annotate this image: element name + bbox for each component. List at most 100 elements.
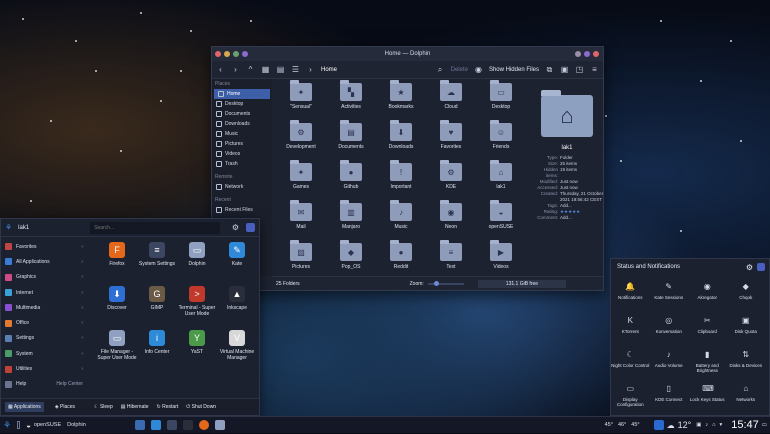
- breadcrumb[interactable]: Home: [321, 67, 337, 73]
- status-item[interactable]: ▮ Battery and Brightness: [688, 345, 727, 379]
- dolphin-app-icon[interactable]: [134, 420, 145, 430]
- file-item[interactable]: ⌂ lak1: [476, 160, 526, 201]
- places-item[interactable]: Trash: [212, 159, 272, 169]
- app-item[interactable]: ▭ Dolphin: [177, 239, 217, 283]
- firefox-app-icon[interactable]: [198, 420, 209, 430]
- file-item[interactable]: ☁ Cloud: [426, 80, 476, 121]
- expand-tray-icon[interactable]: ▾: [720, 422, 723, 428]
- places-item[interactable]: Desktop: [212, 99, 272, 109]
- icons-view-icon[interactable]: ▦: [261, 65, 270, 74]
- zoom-slider[interactable]: [427, 280, 464, 286]
- pin-icon[interactable]: [246, 223, 255, 232]
- pager[interactable]: [14, 417, 23, 434]
- audio-icon[interactable]: ♪: [705, 422, 708, 428]
- app-item[interactable]: ≡ System Settings: [137, 239, 177, 283]
- temperature-monitor[interactable]: 45° 46° 45°: [602, 417, 648, 434]
- preview-icon[interactable]: ◳: [575, 65, 584, 74]
- file-item[interactable]: ▥ Manjaro: [326, 200, 376, 241]
- menu-icon[interactable]: ≡: [590, 65, 599, 74]
- file-item[interactable]: ★ Bookmarks: [376, 80, 426, 121]
- compact-view-icon[interactable]: ▤: [276, 65, 285, 74]
- file-item[interactable]: ♪ Music: [376, 200, 426, 241]
- app-item[interactable]: F Firefox: [97, 239, 137, 283]
- settings-icon[interactable]: ⚙: [231, 223, 240, 232]
- file-item[interactable]: ▶ Videos: [476, 240, 526, 281]
- tab-applications[interactable]: ▦ Applications: [5, 402, 44, 412]
- status-item[interactable]: 🔔 Notifications: [611, 277, 650, 311]
- category-item[interactable]: Help Help Center: [1, 377, 87, 392]
- places-item-network[interactable]: Network: [212, 182, 272, 192]
- file-item[interactable]: ⚙ Development: [276, 120, 326, 161]
- app-item[interactable]: ✎ Kate: [217, 239, 257, 283]
- task-item[interactable]: Dolphin: [64, 417, 89, 434]
- category-item[interactable]: Multimedia ›: [1, 300, 87, 315]
- file-item[interactable]: ≡ Text: [426, 240, 476, 281]
- places-item-recent-files[interactable]: Recent Files: [212, 205, 272, 215]
- file-item[interactable]: ! Important: [376, 160, 426, 201]
- category-item[interactable]: Settings ›: [1, 331, 87, 346]
- app-item[interactable]: V Virtual Machine Manager: [217, 327, 257, 371]
- file-item[interactable]: ◆ Pop_OS: [326, 240, 376, 281]
- avatar[interactable]: ⚘: [5, 223, 12, 232]
- app-item[interactable]: ▭ File Manager - Super User Mode: [97, 327, 137, 371]
- file-item[interactable]: ▚ Activities: [326, 80, 376, 121]
- file-item[interactable]: ✦ Games: [276, 160, 326, 201]
- search-icon[interactable]: ⌕: [436, 65, 445, 74]
- places-item[interactable]: Home: [214, 89, 270, 99]
- status-item[interactable]: ⌨ Lock Keys Status: [688, 379, 727, 413]
- status-item[interactable]: ▣ Disk Quota: [727, 311, 766, 345]
- category-item[interactable]: All Applications ›: [1, 254, 87, 269]
- places-item[interactable]: Videos: [212, 149, 272, 159]
- app-item[interactable]: ▲ Inkscape: [217, 283, 257, 327]
- restart-button[interactable]: ↻ Restart: [157, 404, 179, 410]
- status-item[interactable]: ▯ KDE Connect: [650, 379, 689, 413]
- network-icon[interactable]: ⌂: [712, 422, 715, 428]
- places-item[interactable]: Downloads: [212, 119, 272, 129]
- clipboard-icon[interactable]: ▣: [696, 422, 701, 428]
- delete-button[interactable]: Delete: [451, 67, 468, 73]
- app-item[interactable]: ⬇ Discover: [97, 283, 137, 327]
- kate-app-icon[interactable]: [150, 420, 161, 430]
- dolphin-titlebar[interactable]: Home — Dolphin: [212, 47, 603, 61]
- file-item[interactable]: ▭ Desktop: [476, 80, 526, 121]
- info-value[interactable]: Add...: [560, 215, 604, 221]
- hibernate-button[interactable]: ▤ Hibernate: [121, 404, 149, 410]
- tab-places[interactable]: ◈ Places: [52, 402, 78, 412]
- show-hidden-button[interactable]: Show Hidden Files: [489, 67, 539, 73]
- inkscape-app-icon[interactable]: [182, 420, 193, 430]
- sleep-button[interactable]: ☾ Sleep: [94, 404, 113, 410]
- back-icon[interactable]: ‹: [216, 65, 225, 74]
- terminal-icon[interactable]: ▣: [560, 65, 569, 74]
- clock[interactable]: 15:47: [731, 419, 759, 431]
- category-item[interactable]: System ›: [1, 346, 87, 361]
- forward-icon[interactable]: ›: [231, 65, 240, 74]
- close-button[interactable]: [593, 51, 599, 57]
- file-item[interactable]: ✉ Mail: [276, 200, 326, 241]
- settings-icon[interactable]: ⚙: [746, 263, 753, 272]
- places-item[interactable]: Pictures: [212, 139, 272, 149]
- split-icon[interactable]: ⧉: [545, 65, 554, 74]
- status-item[interactable]: ◉ Akregator: [688, 277, 727, 311]
- tray-app-icon[interactable]: [653, 420, 664, 430]
- status-item[interactable]: ♪ Audio Volume: [650, 345, 689, 379]
- search-input[interactable]: [90, 221, 221, 234]
- app-item[interactable]: i Info Center: [137, 327, 177, 371]
- minimize-button[interactable]: [584, 51, 590, 57]
- show-desktop-button[interactable]: ▭: [759, 417, 770, 434]
- category-item[interactable]: Internet ›: [1, 285, 87, 300]
- app-item[interactable]: Y YaST: [177, 327, 217, 371]
- pin-icon[interactable]: [757, 263, 765, 271]
- file-item[interactable]: ☺ Friends: [476, 120, 526, 161]
- status-item[interactable]: ☾ Night Color Control: [611, 345, 650, 379]
- category-item[interactable]: Favorites ›: [1, 239, 87, 254]
- file-item[interactable]: ⬇ Downloads: [376, 120, 426, 161]
- file-item[interactable]: ▤ Documents: [326, 120, 376, 161]
- category-item[interactable]: Office ›: [1, 315, 87, 330]
- task-item[interactable]: ◒ openSUSE: [23, 417, 64, 434]
- shutdown-button[interactable]: ⏻ Shut Down: [186, 404, 216, 410]
- places-item[interactable]: Music: [212, 129, 272, 139]
- status-item[interactable]: ✂ Clipboard: [688, 311, 727, 345]
- up-icon[interactable]: ^: [246, 65, 255, 74]
- file-manager-app-icon[interactable]: [214, 420, 225, 430]
- file-item[interactable]: ▨ Pictures: [276, 240, 326, 281]
